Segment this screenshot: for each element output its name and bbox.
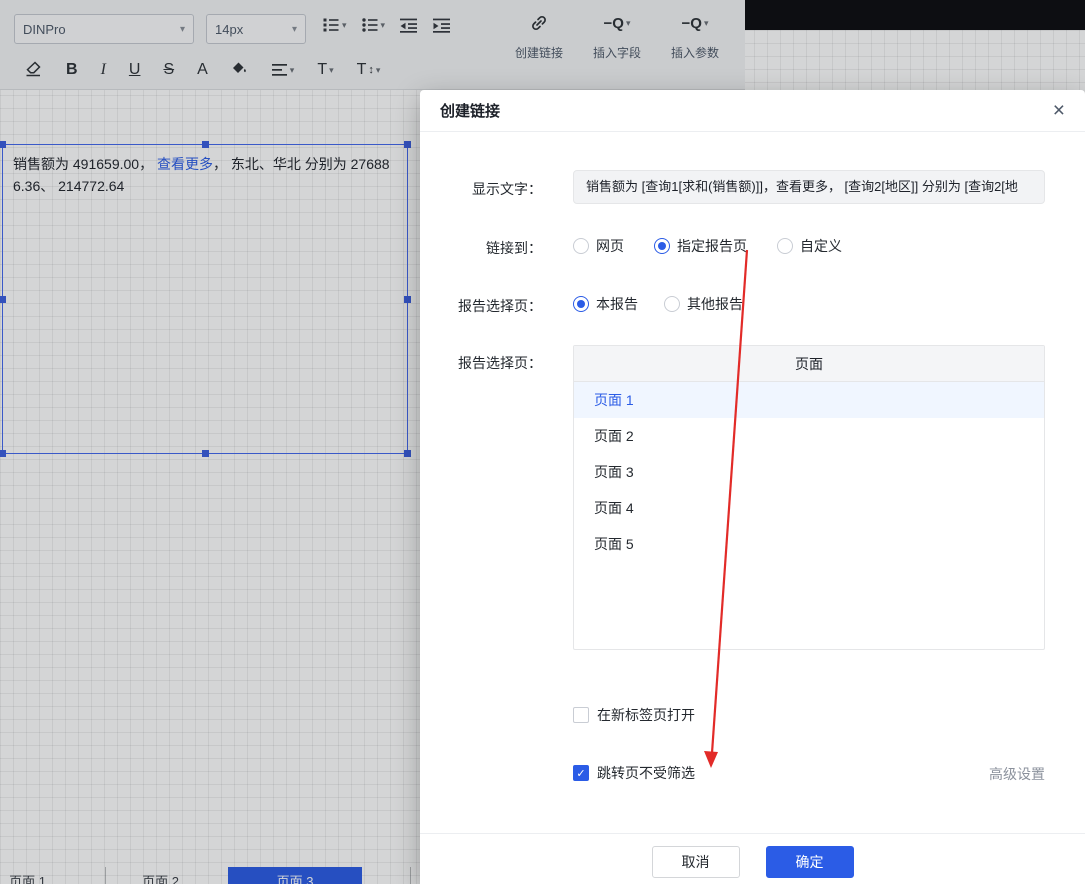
check-icon: ✓ — [576, 767, 585, 780]
radio-checked-icon — [573, 296, 589, 312]
checkbox-checked-icon: ✓ — [573, 765, 589, 781]
radio-other-report-label: 其他报告 — [687, 294, 743, 314]
ok-button[interactable]: 确定 — [766, 846, 854, 878]
page-table-header: 页面 — [574, 346, 1044, 382]
page-row-4[interactable]: 页面 4 — [574, 490, 1044, 526]
radio-report-page-label: 指定报告页 — [677, 236, 747, 256]
radio-checked-icon — [654, 238, 670, 254]
app-screen: 销售额为 491659.00， 查看更多， 东北、华北 分别为 276886.3… — [0, 0, 1085, 884]
page-row-5[interactable]: 页面 5 — [574, 526, 1044, 562]
display-text-input[interactable]: 销售额为 [查询1[求和(销售额)]]，查看更多， [查询2[地区]] 分别为 … — [573, 170, 1045, 204]
radio-this-report[interactable]: 本报告 — [573, 294, 638, 314]
dialog-footer: 取消 确定 — [420, 833, 1085, 878]
radio-icon — [573, 238, 589, 254]
create-link-dialog: 创建链接 × 显示文字： 销售额为 [查询1[求和(销售额)]]，查看更多， [… — [420, 90, 1085, 884]
page-select-table: 页面 页面 1 页面 2 页面 3 页面 4 页面 5 — [573, 345, 1045, 650]
cancel-button[interactable]: 取消 — [652, 846, 740, 878]
radio-report-page[interactable]: 指定报告页 — [654, 236, 747, 256]
no-filter-checkbox[interactable]: ✓ 跳转页不受筛选 — [573, 763, 695, 783]
radio-webpage[interactable]: 网页 — [573, 236, 624, 256]
checkbox-unchecked-icon — [573, 707, 589, 723]
open-new-tab-checkbox[interactable]: 在新标签页打开 — [573, 705, 695, 725]
display-text-label: 显示文字： — [420, 179, 542, 199]
link-to-options: 网页 指定报告页 自定义 — [573, 236, 842, 256]
radio-this-report-label: 本报告 — [596, 294, 638, 314]
radio-icon — [664, 296, 680, 312]
report-scope-options: 本报告 其他报告 — [573, 294, 743, 314]
advanced-settings-link[interactable]: 高级设置 — [989, 764, 1045, 784]
dialog-header: 创建链接 × — [420, 90, 1085, 132]
dialog-title: 创建链接 — [440, 100, 500, 121]
radio-custom-label: 自定义 — [800, 236, 842, 256]
radio-custom[interactable]: 自定义 — [777, 236, 842, 256]
open-new-tab-label: 在新标签页打开 — [597, 705, 695, 725]
report-scope-label: 报告选择页： — [420, 296, 542, 316]
radio-other-report[interactable]: 其他报告 — [664, 294, 743, 314]
page-row-2[interactable]: 页面 2 — [574, 418, 1044, 454]
no-filter-label: 跳转页不受筛选 — [597, 763, 695, 783]
radio-icon — [777, 238, 793, 254]
page-row-3[interactable]: 页面 3 — [574, 454, 1044, 490]
radio-webpage-label: 网页 — [596, 236, 624, 256]
page-row-1-selected[interactable]: 页面 1 — [574, 382, 1044, 418]
close-icon[interactable]: × — [1053, 100, 1065, 121]
link-to-label: 链接到： — [420, 238, 542, 258]
page-select-label: 报告选择页： — [420, 353, 542, 373]
